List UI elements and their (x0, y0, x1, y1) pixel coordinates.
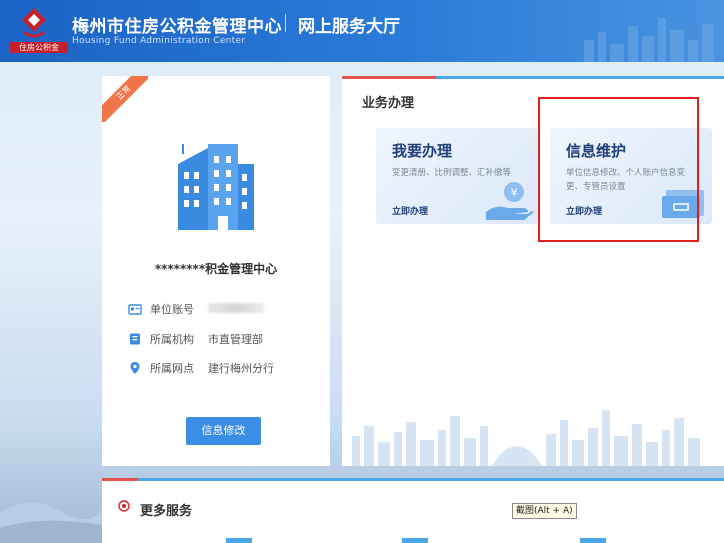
info-value-branch: 建行梅州分行 (208, 362, 274, 375)
status-ribbon-label: 正常 (102, 76, 148, 122)
info-value-account (208, 301, 264, 316)
site-title: 梅州市住房公积金管理中心 (72, 17, 282, 37)
skyline-decoration (584, 18, 714, 62)
logo-text: 住房公积金 (10, 42, 68, 53)
location-pin-icon (130, 362, 140, 374)
service-icon-stub (402, 538, 428, 543)
logo: 住房公积金 (6, 6, 68, 54)
edit-info-button[interactable]: 信息修改 (186, 417, 261, 445)
service-icon-stub (226, 538, 252, 543)
section-title-more: 更多服务 (140, 504, 193, 519)
panel-top-accent (102, 478, 138, 481)
screenshot-tooltip: 截图(Alt + A) (512, 503, 577, 519)
site-subtitle: 网上服务大厅 (298, 17, 400, 37)
coin-hand-icon: ¥ (486, 182, 534, 220)
city-silhouette-left (0, 502, 102, 543)
panel-top-accent (342, 76, 436, 79)
svg-text:¥: ¥ (511, 186, 518, 199)
city-skyline-decoration (352, 410, 700, 466)
panel-top-line (102, 478, 724, 481)
info-label-branch: 所属网点 (150, 362, 194, 375)
org-info-card: 正常 ********积金管理中心 单位账号 所属机构 市直管理部 所属网点 建… (102, 76, 330, 466)
section-title-business: 业务办理 (362, 96, 415, 111)
service-icon-stub (580, 538, 606, 543)
service-card-link[interactable]: 立即办理 (392, 204, 428, 217)
org-icon (130, 333, 140, 345)
highlight-box (538, 97, 699, 242)
building-icon (178, 144, 254, 230)
info-value-org: 市直管理部 (208, 333, 263, 346)
site-title-en: Housing Fund Administration Center (72, 36, 246, 46)
title-divider (285, 14, 286, 32)
info-label-account: 单位账号 (150, 303, 194, 316)
status-ribbon: 正常 (102, 76, 148, 122)
id-card-icon (128, 304, 142, 315)
redacted-value (208, 303, 264, 313)
org-name: ********积金管理中心 (154, 262, 278, 276)
info-label-org: 所属机构 (150, 333, 194, 346)
more-services-panel: 更多服务 (102, 478, 724, 543)
header-bar: 住房公积金 梅州市住房公积金管理中心 网上服务大厅 Housing Fund A… (0, 0, 724, 62)
target-icon (118, 500, 130, 512)
service-card-apply[interactable]: 我要办理 变更清册、比例调整、汇补缴等 立即办理 ¥ (376, 128, 538, 224)
service-card-title: 我要办理 (392, 142, 453, 160)
